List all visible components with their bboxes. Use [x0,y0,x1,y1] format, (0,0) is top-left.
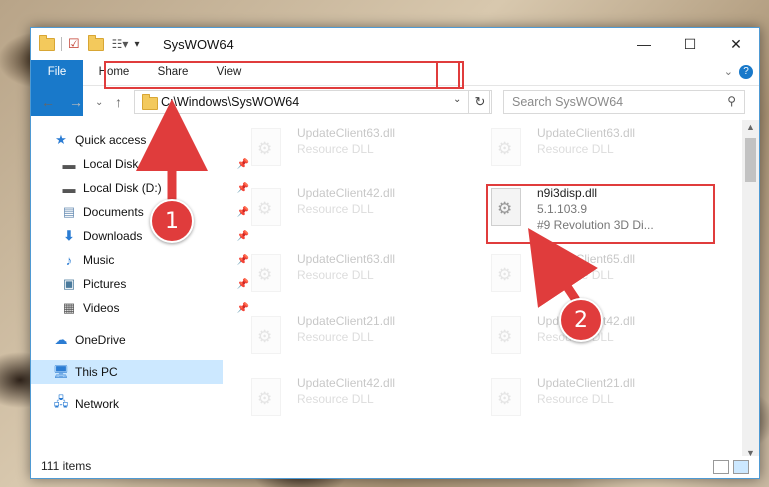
annotation-arrows [136,99,598,308]
step-1-callout: 1 [150,199,194,243]
arrow-to-file [528,228,598,308]
step-2-callout: 2 [559,298,603,342]
